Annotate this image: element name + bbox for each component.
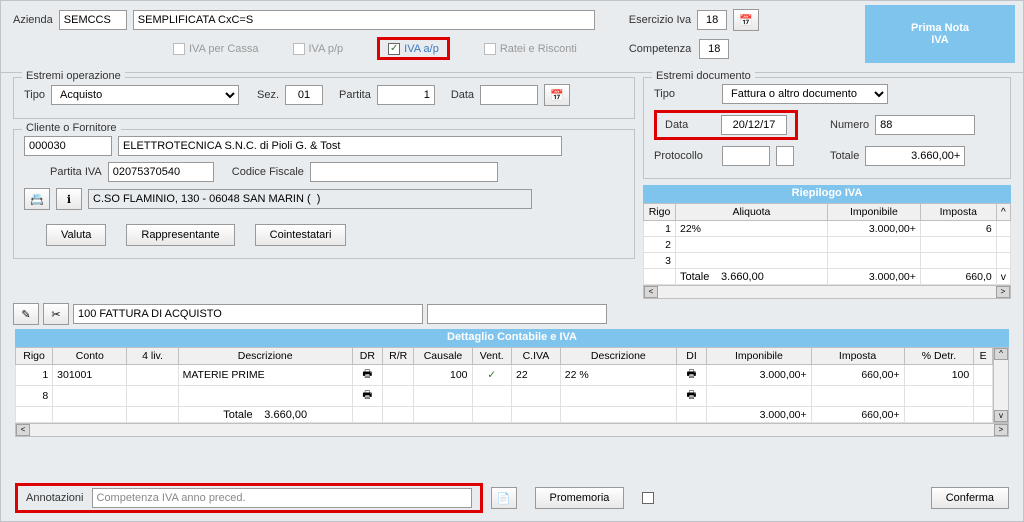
totale-label: Totale — [830, 150, 859, 162]
edit-icon[interactable]: ✎ — [13, 303, 39, 325]
table-row[interactable]: 8 🖶 🖶 — [16, 386, 993, 407]
cliente-fornitore-group: Cliente o Fornitore Partita IVA Codice F… — [13, 129, 635, 259]
card-icon[interactable]: 📇 — [24, 188, 50, 210]
tools-icon[interactable]: ✂ — [43, 303, 69, 325]
dettaglio-hscroll[interactable]: <> — [15, 423, 1009, 437]
print-icon[interactable]: 🖶 — [352, 365, 382, 386]
piva-input[interactable] — [108, 162, 214, 182]
dettaglio-header: Dettaglio Contabile e IVA — [15, 329, 1009, 347]
cliente-name-input[interactable] — [118, 136, 562, 156]
esercizio-input[interactable] — [697, 10, 727, 30]
ratei-checkbox: Ratei e Risconti — [484, 43, 577, 55]
tipo-doc-select[interactable]: Fattura o altro documento — [722, 84, 888, 104]
conferma-button[interactable]: Conferma — [931, 487, 1009, 509]
numero-label: Numero — [830, 119, 869, 131]
partita-input[interactable] — [377, 85, 435, 105]
competenza-label: Competenza — [629, 43, 691, 55]
protocollo-input1[interactable] — [722, 146, 770, 166]
data-op-label: Data — [451, 89, 474, 101]
annotazioni-label: Annotazioni — [26, 492, 84, 504]
iva-ap-checkbox[interactable]: IVA a/p — [388, 43, 439, 55]
causale-input[interactable] — [73, 304, 423, 324]
table-row[interactable]: 2 — [644, 237, 1011, 253]
table-row[interactable]: 1 301001 MATERIE PRIME 🖶 100 ✓ 22 22 % 🖶… — [16, 365, 993, 386]
info-icon[interactable]: ℹ — [56, 188, 82, 210]
sez-label: Sez. — [257, 89, 279, 101]
tipo-op-label: Tipo — [24, 89, 45, 101]
promemoria-checkbox[interactable] — [642, 492, 654, 504]
cliente-code-input[interactable] — [24, 136, 112, 156]
page-title: Prima Nota IVA — [865, 5, 1015, 63]
partita-label: Partita — [339, 89, 371, 101]
address-field — [88, 189, 532, 209]
cf-label: Codice Fiscale — [232, 166, 304, 178]
tipo-doc-label: Tipo — [654, 88, 716, 100]
document-icon[interactable]: 📄 — [491, 487, 517, 509]
promemoria-button[interactable]: Promemoria — [535, 487, 625, 509]
iva-cassa-checkbox: IVA per Cassa — [173, 43, 259, 55]
azienda-code-input[interactable] — [59, 10, 127, 30]
estremi-documento-group: Estremi documento Tipo Fattura o altro d… — [643, 77, 1011, 179]
totale-input[interactable] — [865, 146, 965, 166]
print-icon[interactable]: 🖶 — [352, 386, 382, 407]
rappresentante-button[interactable]: Rappresentante — [126, 224, 234, 246]
data-op-input[interactable] — [480, 85, 538, 105]
competenza-input[interactable] — [699, 39, 729, 59]
azienda-desc-input[interactable] — [133, 10, 595, 30]
piva-label: Partita IVA — [50, 166, 102, 178]
esercizio-label: Esercizio Iva — [629, 14, 691, 26]
cointestatari-button[interactable]: Cointestatari — [255, 224, 347, 246]
iva-pp-checkbox: IVA p/p — [293, 43, 344, 55]
riepilogo-header: Riepilogo IVA — [643, 185, 1011, 203]
valuta-button[interactable]: Valuta — [46, 224, 106, 246]
data-doc-input[interactable] — [721, 115, 787, 135]
print-icon[interactable]: 🖶 — [676, 386, 706, 407]
numero-input[interactable] — [875, 115, 975, 135]
table-row[interactable]: 3 — [644, 253, 1011, 269]
data-doc-label: Data — [665, 119, 713, 131]
sez-input[interactable] — [285, 85, 323, 105]
totale-row: Totale 3.660,003.000,00+660,0v — [644, 269, 1011, 285]
protocollo-input2[interactable] — [776, 146, 794, 166]
azienda-label: Azienda — [13, 14, 53, 26]
estremi-operazione-group: Estremi operazione Tipo Acquisto Sez. Pa… — [13, 77, 635, 119]
print-icon[interactable]: 🖶 — [676, 365, 706, 386]
causale-extra-input[interactable] — [427, 304, 607, 324]
tipo-op-select[interactable]: Acquisto — [51, 85, 239, 105]
cf-input[interactable] — [310, 162, 498, 182]
dettaglio-vscroll[interactable]: ^v — [993, 347, 1009, 423]
totale-row: Totale 3.660,00 3.000,00+ 660,00+ — [16, 407, 993, 423]
protocollo-label: Protocollo — [654, 150, 716, 162]
table-row[interactable]: 122%3.000,00+6 — [644, 221, 1011, 237]
riepilogo-scrollbar[interactable]: <> — [643, 285, 1011, 299]
annotazioni-input[interactable] — [92, 488, 472, 508]
calendar-icon[interactable]: 📅 — [733, 9, 759, 31]
calendar-picker-icon[interactable]: 📅 — [544, 84, 570, 106]
